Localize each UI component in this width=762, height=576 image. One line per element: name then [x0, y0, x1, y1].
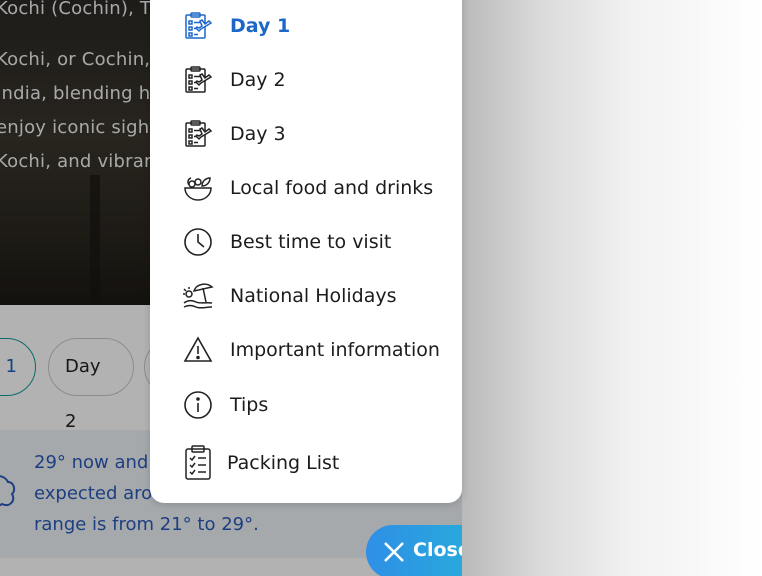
menu-item-label: Day 3	[230, 123, 286, 145]
menu-item-label: Packing List	[227, 452, 340, 474]
close-button[interactable]: Close	[366, 525, 462, 576]
clipboard-checklist-icon	[182, 445, 214, 480]
menu-item-label: Tips	[230, 394, 269, 416]
menu-item-label: Important information	[230, 339, 440, 361]
menu-item-label: Best time to visit	[230, 231, 392, 253]
menu-item-day-1[interactable]: Day 1	[150, 1, 462, 51]
food-bowl-icon	[182, 172, 214, 204]
menu-item-label: Day 2	[230, 69, 286, 91]
info-icon	[182, 389, 214, 421]
clock-icon	[182, 226, 214, 258]
menu-item-day-3[interactable]: Day 3	[150, 109, 462, 159]
menu-item-best-time[interactable]: Best time to visit	[150, 217, 462, 267]
menu-item-label: Day 1	[230, 15, 291, 37]
section-menu: Day 1 Day 2 Day 3 Local food and drinks …	[150, 0, 462, 503]
menu-item-packing-list[interactable]: Packing List	[150, 438, 462, 488]
menu-item-tips[interactable]: Tips	[150, 380, 462, 430]
side-shadow	[462, 0, 762, 576]
itinerary-icon	[182, 118, 214, 150]
menu-item-local-food[interactable]: Local food and drinks	[150, 163, 462, 213]
menu-item-national-holidays[interactable]: National Holidays	[150, 271, 462, 321]
itinerary-icon	[182, 10, 214, 42]
menu-item-label: National Holidays	[230, 285, 397, 307]
itinerary-icon	[182, 64, 214, 96]
warning-icon	[182, 334, 214, 366]
close-icon	[384, 542, 404, 562]
beach-umbrella-icon	[182, 280, 214, 312]
menu-item-label: Local food and drinks	[230, 177, 434, 199]
menu-item-day-2[interactable]: Day 2	[150, 55, 462, 105]
close-button-label: Close	[413, 539, 462, 561]
menu-item-important-information[interactable]: Important information	[150, 325, 462, 375]
